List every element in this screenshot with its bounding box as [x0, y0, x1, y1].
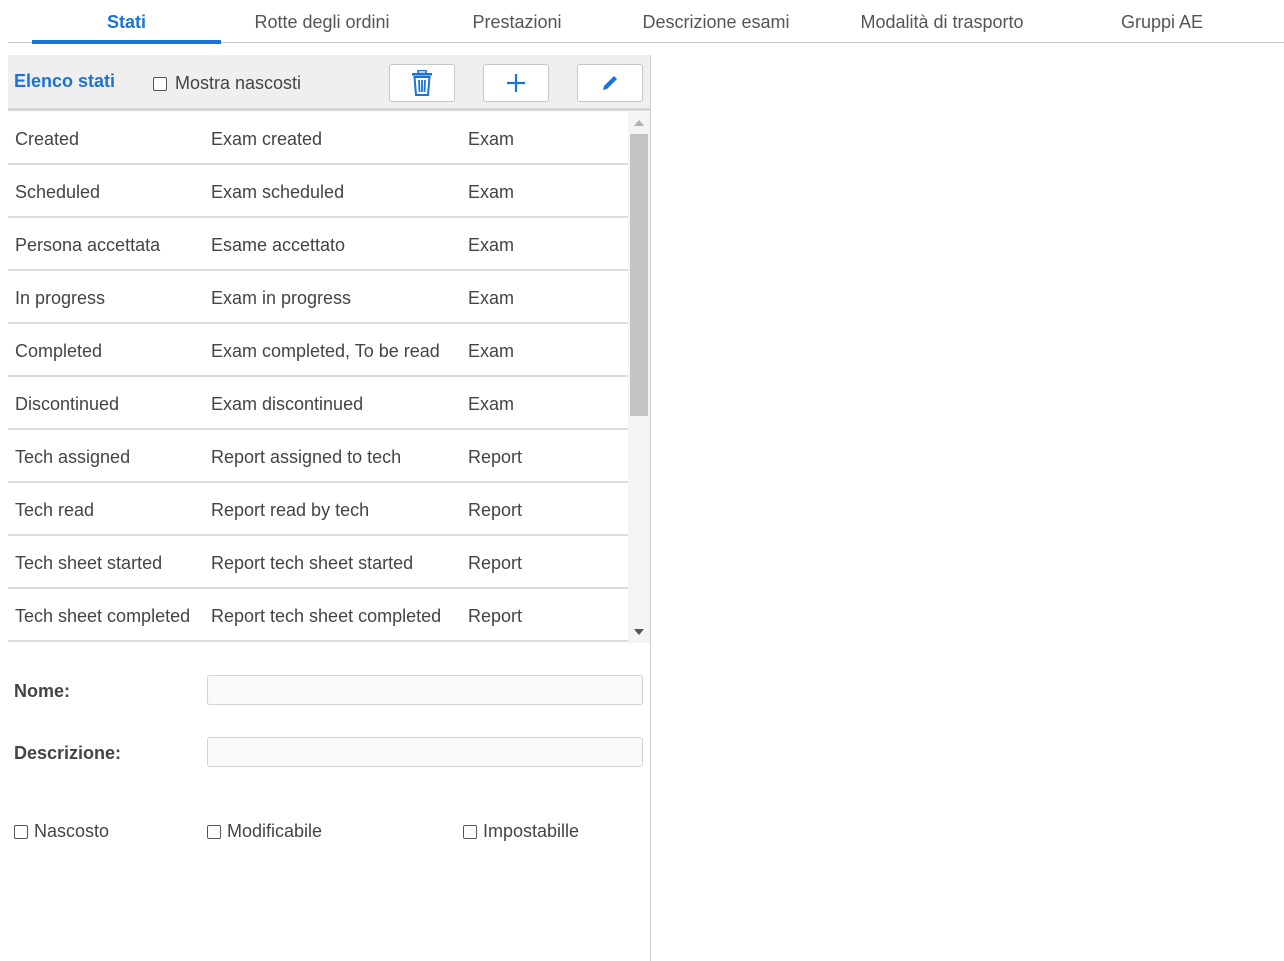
- state-description: Exam completed, To be read: [211, 341, 440, 361]
- table-row[interactable]: Persona accettata Esame accettato Exam: [8, 218, 628, 271]
- show-hidden-label: Mostra nascosti: [175, 73, 302, 93]
- state-description: Exam created: [211, 129, 323, 149]
- tab-modalita-di-trasporto[interactable]: Modalità di trasporto: [847, 0, 1037, 43]
- state-description: Esame accettato: [211, 235, 346, 255]
- tab-gruppi-ae[interactable]: Gruppi AE: [1107, 0, 1217, 43]
- state-description: Report tech sheet started: [211, 553, 414, 573]
- state-description: Report assigned to tech: [211, 447, 402, 467]
- editable-checkbox[interactable]: Modificabile: [207, 821, 322, 842]
- tab-rotte-degli-ordini[interactable]: Rotte degli ordini: [230, 0, 414, 43]
- table-row[interactable]: Completed Exam completed, To be read Exa…: [8, 324, 628, 377]
- checkbox-box[interactable]: [207, 824, 221, 839]
- scroll-up-arrow-icon[interactable]: [628, 114, 650, 132]
- show-hidden-checkbox[interactable]: Mostra nascosti: [153, 73, 301, 94]
- table-row[interactable]: Tech read Report read by tech Report: [8, 483, 628, 536]
- state-type: Report: [468, 500, 523, 520]
- state-name: Persona accettata: [15, 235, 161, 255]
- state-type: Exam: [468, 129, 515, 149]
- trash-icon: [410, 70, 434, 96]
- table-row[interactable]: Tech assigned Report assigned to tech Re…: [8, 430, 628, 483]
- scroll-thumb[interactable]: [630, 134, 648, 416]
- hidden-label: Nascosto: [34, 821, 110, 841]
- state-name: Created: [15, 129, 80, 149]
- table-row[interactable]: Created Exam created Exam: [8, 112, 628, 165]
- table-row[interactable]: Tech sheet started Report tech sheet sta…: [8, 536, 628, 589]
- state-description: Exam scheduled: [211, 182, 345, 202]
- state-name: Tech sheet completed: [15, 606, 191, 626]
- state-name: In progress: [15, 288, 106, 308]
- add-button[interactable]: [483, 64, 549, 102]
- delete-button[interactable]: [389, 64, 455, 102]
- state-type: Exam: [468, 235, 515, 255]
- panel-title: Elenco stati: [14, 71, 116, 91]
- checkbox-box[interactable]: [153, 76, 167, 91]
- state-name: Tech assigned: [15, 447, 131, 467]
- settable-checkbox[interactable]: Impostabille: [463, 821, 579, 842]
- states-list: Created Exam created Exam Scheduled Exam…: [8, 112, 650, 643]
- state-description: Exam in progress: [211, 288, 352, 308]
- tab-descrizione-esami[interactable]: Descrizione esami: [633, 0, 799, 43]
- state-type: Exam: [468, 182, 515, 202]
- state-type: Report: [468, 447, 523, 467]
- editable-label: Modificabile: [227, 821, 323, 841]
- table-row[interactable]: In progress Exam in progress Exam: [8, 271, 628, 324]
- pencil-icon: [601, 74, 619, 92]
- tab-bar: Stati Rotte degli ordini Prestazioni Des…: [8, 0, 1284, 44]
- name-label: Nome:: [14, 681, 71, 701]
- state-name: Discontinued: [15, 394, 120, 414]
- scroll-down-arrow-icon[interactable]: [628, 623, 650, 641]
- tab-prestazioni[interactable]: Prestazioni: [462, 0, 572, 43]
- hidden-checkbox[interactable]: Nascosto: [14, 821, 109, 842]
- state-type: Report: [468, 606, 523, 626]
- state-description: Report read by tech: [211, 500, 370, 520]
- edit-button[interactable]: [577, 64, 643, 102]
- state-type: Exam: [468, 341, 515, 361]
- state-name: Scheduled: [15, 182, 101, 202]
- description-input[interactable]: [207, 737, 643, 767]
- state-description: Report tech sheet completed: [211, 606, 442, 626]
- table-row[interactable]: Tech sheet completed Report tech sheet c…: [8, 589, 628, 642]
- checkbox-box[interactable]: [14, 824, 28, 839]
- state-type: Exam: [468, 288, 515, 308]
- states-toolbar: Elenco stati Mostra nascosti: [8, 55, 650, 111]
- tab-stati[interactable]: Stati: [32, 0, 221, 44]
- description-label: Descrizione:: [14, 743, 122, 763]
- list-scrollbar[interactable]: [628, 112, 650, 643]
- state-type: Report: [468, 553, 523, 573]
- state-name: Tech read: [15, 500, 95, 520]
- state-name: Completed: [15, 341, 103, 361]
- state-type: Exam: [468, 394, 515, 414]
- state-description: Exam discontinued: [211, 394, 364, 414]
- checkbox-box[interactable]: [463, 824, 477, 839]
- table-row[interactable]: Scheduled Exam scheduled Exam: [8, 165, 628, 218]
- name-input[interactable]: [207, 675, 643, 705]
- plus-icon: [506, 73, 526, 93]
- table-row[interactable]: Discontinued Exam discontinued Exam: [8, 377, 628, 430]
- state-name: Tech sheet started: [15, 553, 163, 573]
- states-panel: Elenco stati Mostra nascosti Created Exa…: [8, 55, 651, 961]
- settable-label: Impostabille: [483, 821, 580, 841]
